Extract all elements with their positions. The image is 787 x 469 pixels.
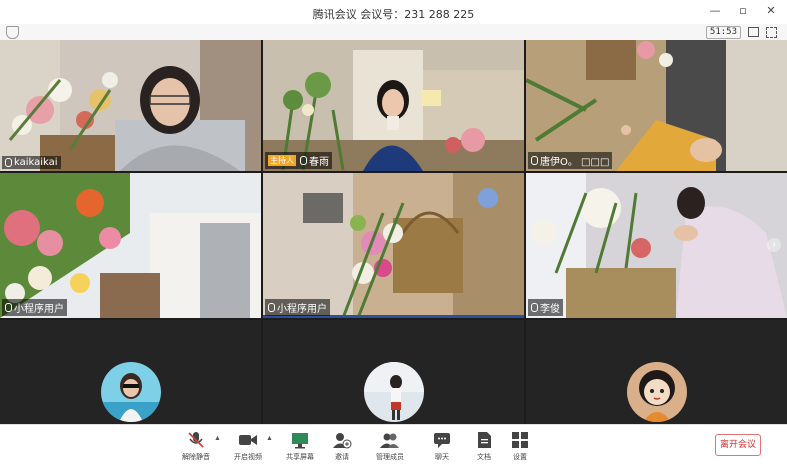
participant-video xyxy=(0,173,261,318)
mic-icon xyxy=(531,303,538,312)
mic-icon xyxy=(268,303,275,312)
close-button[interactable]: ✕ xyxy=(765,4,777,17)
participant-name: 李俊 xyxy=(540,304,560,315)
toolbar-label: 设置 xyxy=(513,453,527,461)
unmute-button[interactable]: 解除静音 xyxy=(172,431,220,462)
document-icon xyxy=(474,431,494,449)
participant-name-tag: 李俊 xyxy=(528,299,563,316)
video-tile[interactable]: kaikaikai xyxy=(0,40,261,171)
avatar xyxy=(364,362,424,422)
chevron-up-icon[interactable]: ▲ xyxy=(266,435,273,442)
video-tile[interactable]: 小程序用户 xyxy=(263,173,524,318)
avatar xyxy=(101,362,161,422)
meeting-info-bar: 51:53 xyxy=(0,24,787,41)
share-screen-button[interactable]: 共享屏幕 xyxy=(276,431,324,462)
start-video-button[interactable]: 开启视频 xyxy=(224,431,272,462)
title-bar: 腾讯会议 会议号：231 288 225 — ▫ ✕ xyxy=(0,0,787,24)
participant-video xyxy=(263,173,524,318)
layout-icon[interactable] xyxy=(748,27,759,37)
participant-name: 唐伊O。 □□□ xyxy=(540,157,610,168)
toolbar-label: 聊天 xyxy=(435,453,449,461)
share-screen-icon xyxy=(290,431,310,449)
fullscreen-icon[interactable] xyxy=(766,27,777,38)
invite-button[interactable]: 邀请 xyxy=(318,431,366,462)
window-controls: — ▫ ✕ xyxy=(709,4,777,17)
participant-name-tag: 主持人 春雨 xyxy=(265,152,332,169)
meeting-title: 腾讯会议 会议号：231 288 225 xyxy=(312,8,475,21)
host-badge: 主持人 xyxy=(268,155,296,166)
members-icon xyxy=(380,431,400,449)
toolbar-label: 管理成员 xyxy=(376,453,404,461)
mic-icon xyxy=(5,158,12,167)
participant-name: 小程序用户 xyxy=(277,304,327,315)
toolbar-label: 邀请 xyxy=(335,453,349,461)
video-tile[interactable]: 唐伊O。 □□□ xyxy=(526,40,787,171)
avatar-tile[interactable] xyxy=(263,320,524,424)
settings-icon xyxy=(510,431,530,449)
participant-name: 小程序用户 xyxy=(14,304,64,315)
participant-name-tag: 唐伊O。 □□□ xyxy=(528,152,613,169)
participant-video xyxy=(526,173,787,318)
participant-name: kaikaikai xyxy=(14,157,58,168)
chat-button[interactable]: 聊天 xyxy=(418,431,466,462)
participant-name-tag: 小程序用户 xyxy=(2,299,67,316)
invite-icon xyxy=(332,431,352,449)
next-page-arrow-icon[interactable]: › xyxy=(767,238,781,252)
chat-icon xyxy=(432,431,452,449)
mic-icon xyxy=(300,156,307,165)
video-tile[interactable]: 小程序用户 xyxy=(0,173,261,318)
video-icon xyxy=(238,431,258,449)
video-grid: kaikaikai 主持人 春雨 唐伊O。 □□□ 小程序用户 小程序用户 › … xyxy=(0,40,787,424)
toolbar-label: 解除静音 xyxy=(182,453,210,461)
leave-meeting-button[interactable]: 离开会议 xyxy=(715,434,761,456)
mic-icon xyxy=(531,156,538,165)
participant-name: 春雨 xyxy=(309,157,329,168)
participant-name-tag: kaikaikai xyxy=(2,156,61,169)
chevron-up-icon[interactable]: ▲ xyxy=(214,435,221,442)
mic-icon xyxy=(5,303,12,312)
avatar xyxy=(627,362,687,422)
settings-button[interactable]: 设置 xyxy=(496,431,544,462)
minimize-button[interactable]: — xyxy=(709,4,721,17)
maximize-button[interactable]: ▫ xyxy=(737,4,749,17)
video-tile[interactable]: › 李俊 xyxy=(526,173,787,318)
toolbar-label: 共享屏幕 xyxy=(286,453,314,461)
muted-mic-icon xyxy=(186,431,206,449)
shield-icon[interactable] xyxy=(6,26,19,39)
toolbar-label: 开启视频 xyxy=(234,453,262,461)
avatar-tile[interactable] xyxy=(0,320,261,424)
video-tile[interactable]: 主持人 春雨 xyxy=(263,40,524,171)
participant-video xyxy=(0,40,261,171)
meeting-timer: 51:53 xyxy=(705,26,741,39)
avatar-tile[interactable] xyxy=(526,320,787,424)
manage-members-button[interactable]: 管理成员 xyxy=(366,431,414,462)
meeting-toolbar: 解除静音 ▲ 开启视频 ▲ 共享屏幕 邀请 管理成员 聊天 文档 设置 离开会议 xyxy=(0,424,787,469)
participant-name-tag: 小程序用户 xyxy=(265,299,330,316)
